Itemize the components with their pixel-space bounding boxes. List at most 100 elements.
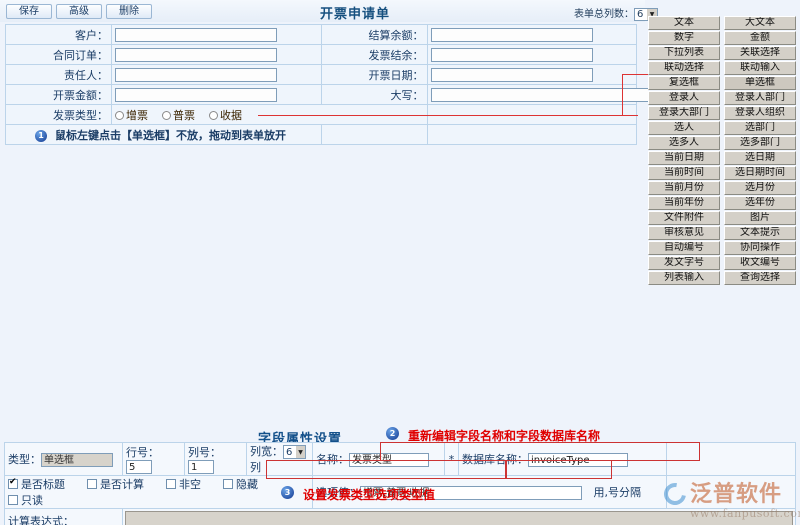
checkbox-label: 只读 bbox=[21, 494, 43, 507]
contract-input[interactable] bbox=[115, 48, 277, 62]
palette-button-right-11[interactable]: 选月份 bbox=[724, 181, 796, 195]
radio-icon[interactable] bbox=[209, 111, 218, 120]
palette-column-right: 大文本金额关联选择联动输入单选框登录人部门登录人组织选部门选多部门选日期选日期时… bbox=[724, 16, 796, 286]
palette-button-right-14[interactable]: 文本提示 bbox=[724, 226, 796, 240]
customer-input[interactable] bbox=[115, 28, 277, 42]
col-number-input[interactable]: 1 bbox=[188, 460, 214, 474]
palette-button-right-4[interactable]: 单选框 bbox=[724, 76, 796, 90]
palette-button-left-17[interactable]: 列表输入 bbox=[648, 271, 720, 285]
palette-button-right-1[interactable]: 金额 bbox=[724, 31, 796, 45]
field-input-invoice-date-cell[interactable] bbox=[427, 65, 637, 85]
checkbox-is-calc[interactable]: 是否计算 bbox=[87, 476, 144, 492]
checkbox-label: 是否标题 bbox=[21, 478, 65, 491]
palette-button-left-14[interactable]: 审核意见 bbox=[648, 226, 720, 240]
col-width-label: 列宽： bbox=[250, 445, 283, 458]
palette-button-left-11[interactable]: 当前月份 bbox=[648, 181, 720, 195]
invoice-type-radio-group[interactable]: 增票普票 收据 bbox=[112, 105, 428, 125]
db-name-input[interactable]: invoiceType bbox=[528, 453, 628, 467]
col-width-select[interactable]: 6 bbox=[283, 445, 306, 459]
field-input-customer-cell[interactable] bbox=[112, 25, 322, 45]
field-input-balance-cell[interactable] bbox=[427, 25, 637, 45]
palette-button-right-13[interactable]: 图片 bbox=[724, 211, 796, 225]
palette-button-left-5[interactable]: 登录人 bbox=[648, 91, 720, 105]
palette-button-right-8[interactable]: 选多部门 bbox=[724, 136, 796, 150]
field-label-balance: 结算余额： bbox=[321, 25, 427, 45]
field-input-amount-cell[interactable] bbox=[112, 85, 322, 105]
palette-button-left-8[interactable]: 选多人 bbox=[648, 136, 720, 150]
annotation-note-1: 1鼠标左键点击【单选框】不放，拖动到表单放开 bbox=[6, 125, 322, 145]
palette-button-left-4[interactable]: 复选框 bbox=[648, 76, 720, 90]
palette-button-left-13[interactable]: 文件附件 bbox=[648, 211, 720, 225]
radio-icon[interactable] bbox=[115, 111, 124, 120]
field-input-owner-cell[interactable] bbox=[112, 65, 322, 85]
checkbox-hidden[interactable]: 隐藏 bbox=[223, 476, 258, 492]
palette-button-left-3[interactable]: 联动选择 bbox=[648, 61, 720, 75]
radio-icon[interactable] bbox=[162, 111, 171, 120]
row-number-input[interactable]: 5 bbox=[126, 460, 152, 474]
palette-button-right-10[interactable]: 选日期时间 bbox=[724, 166, 796, 180]
field-type-palette: 文本数字下拉列表联动选择复选框登录人登录大部门选人选多人当前日期当前时间当前月份… bbox=[648, 16, 796, 260]
advanced-button[interactable]: 高级 bbox=[56, 4, 102, 19]
palette-button-right-12[interactable]: 选年份 bbox=[724, 196, 796, 210]
palette-button-right-17[interactable]: 查询选择 bbox=[724, 271, 796, 285]
palette-button-left-2[interactable]: 下拉列表 bbox=[648, 46, 720, 60]
balance-input[interactable] bbox=[431, 28, 593, 42]
palette-button-left-15[interactable]: 自动编号 bbox=[648, 241, 720, 255]
invoice-date-input[interactable] bbox=[431, 68, 593, 82]
save-button[interactable]: 保存 bbox=[6, 4, 52, 19]
field-input-contract-cell[interactable] bbox=[112, 45, 322, 65]
type-label: 类型： bbox=[8, 453, 41, 466]
col-number-cell: 列号：1 bbox=[185, 443, 247, 476]
palette-button-right-5[interactable]: 登录人部门 bbox=[724, 91, 796, 105]
empty-cell[interactable] bbox=[427, 105, 637, 125]
invoice-remain-input[interactable] bbox=[431, 48, 593, 62]
palette-button-right-6[interactable]: 登录人组织 bbox=[724, 106, 796, 120]
field-input-amount-words-cell[interactable] bbox=[427, 85, 637, 105]
property-row-basic: 类型：单选框 行号：5 列号：1 列宽：6列 名称：发票类型 * 数据库名称：i… bbox=[5, 443, 796, 476]
checkbox-not-null[interactable]: 非空 bbox=[166, 476, 201, 492]
palette-button-right-15[interactable]: 协同操作 bbox=[724, 241, 796, 255]
step-badge-2: 2 bbox=[386, 427, 399, 440]
step-badge-3: 3 bbox=[281, 486, 294, 499]
palette-button-right-9[interactable]: 选日期 bbox=[724, 151, 796, 165]
field-label-owner: 责任人： bbox=[6, 65, 112, 85]
checkbox-is-title[interactable]: 是否标题 bbox=[8, 476, 65, 492]
palette-button-left-6[interactable]: 登录大部门 bbox=[648, 106, 720, 120]
amount-input[interactable] bbox=[115, 88, 277, 102]
palette-button-left-0[interactable]: 文本 bbox=[648, 16, 720, 30]
field-label-invoice-date: 开票日期： bbox=[321, 65, 427, 85]
radio-option-pupiao[interactable]: 普票 bbox=[162, 107, 195, 123]
palette-button-right-3[interactable]: 联动输入 bbox=[724, 61, 796, 75]
palette-button-left-16[interactable]: 发文字号 bbox=[648, 256, 720, 270]
row-number-label: 行号： bbox=[126, 446, 159, 459]
form-designer-canvas[interactable]: 客户： 结算余额： 合同订单： 发票结余： 责任人： 开票日期： 开票金额： bbox=[5, 24, 637, 145]
palette-button-left-1[interactable]: 数字 bbox=[648, 31, 720, 45]
radio-option-zengpiao[interactable]: 增票 bbox=[115, 107, 148, 123]
palette-button-right-7[interactable]: 选部门 bbox=[724, 121, 796, 135]
palette-button-right-2[interactable]: 关联选择 bbox=[724, 46, 796, 60]
radio-option-label: 收据 bbox=[220, 109, 242, 122]
field-input-invoice-remain-cell[interactable] bbox=[427, 45, 637, 65]
palette-button-left-10[interactable]: 当前时间 bbox=[648, 166, 720, 180]
palette-button-right-16[interactable]: 收文编号 bbox=[724, 256, 796, 270]
watermark-brand: 泛普软件 bbox=[690, 483, 798, 507]
checkbox-readonly[interactable]: 只读 bbox=[8, 492, 43, 508]
palette-button-left-9[interactable]: 当前日期 bbox=[648, 151, 720, 165]
field-label-customer: 客户： bbox=[6, 25, 112, 45]
amount-words-input[interactable] bbox=[431, 88, 673, 102]
palette-button-right-0[interactable]: 大文本 bbox=[724, 16, 796, 30]
palette-button-left-7[interactable]: 选人 bbox=[648, 121, 720, 135]
empty-cell[interactable] bbox=[427, 125, 637, 145]
checkbox-icon[interactable] bbox=[8, 479, 18, 489]
empty-cell[interactable] bbox=[321, 125, 427, 145]
field-name-input[interactable]: 发票类型 bbox=[349, 453, 429, 467]
delete-button[interactable]: 删除 bbox=[106, 4, 152, 19]
col-number-label: 列号： bbox=[188, 446, 221, 459]
palette-button-left-12[interactable]: 当前年份 bbox=[648, 196, 720, 210]
checkbox-icon[interactable] bbox=[87, 479, 97, 489]
checkbox-icon[interactable] bbox=[166, 479, 176, 489]
checkbox-icon[interactable] bbox=[8, 495, 18, 505]
radio-option-shouju[interactable]: 收据 bbox=[209, 107, 242, 123]
owner-input[interactable] bbox=[115, 68, 277, 82]
checkbox-icon[interactable] bbox=[223, 479, 233, 489]
